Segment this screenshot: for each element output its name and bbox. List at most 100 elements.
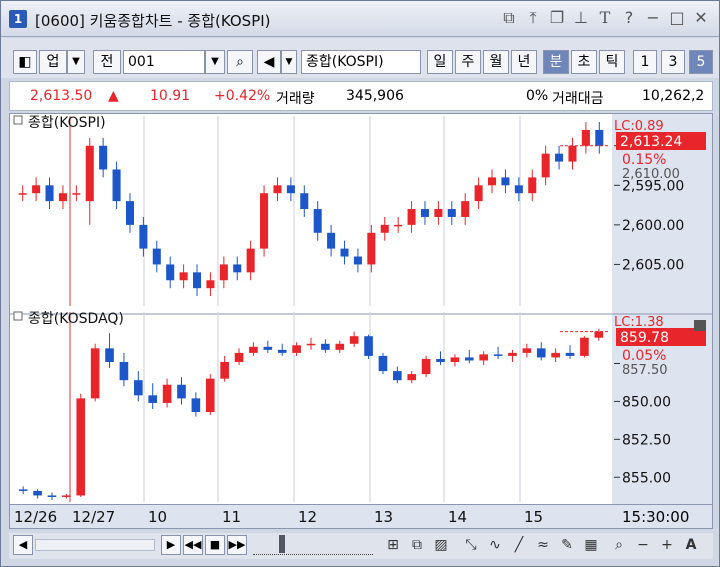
candle-body: [568, 145, 577, 162]
brush-icon[interactable]: ✎: [557, 535, 577, 555]
chevron-down-icon[interactable]: ▼: [67, 50, 85, 74]
candle-body: [220, 361, 229, 379]
fast-forward-icon[interactable]: ▶▶: [227, 535, 247, 555]
pushpin-icon[interactable]: ⊥: [571, 8, 591, 28]
scroll-left-icon[interactable]: ◀: [13, 535, 33, 555]
wave-icon[interactable]: ≈: [533, 535, 553, 555]
candle-body: [177, 384, 186, 399]
lc-label: LC:0.89: [614, 119, 664, 134]
candle-body: [394, 224, 403, 227]
minimize-icon[interactable]: −: [643, 8, 663, 28]
line-chart-icon[interactable]: ∿: [485, 535, 505, 555]
last-price-box-label: 859.78: [620, 330, 669, 346]
x-tick-label: 11: [222, 508, 242, 526]
copy-icon[interactable]: ❐: [547, 8, 567, 28]
candle-body: [260, 193, 269, 249]
last-time-label: 15:30:00: [622, 508, 690, 526]
candle-body: [580, 337, 589, 356]
tab-minute[interactable]: 분: [543, 50, 569, 74]
code-input[interactable]: 001: [123, 50, 205, 74]
tab-day[interactable]: 일: [427, 50, 453, 74]
text-icon[interactable]: A: [681, 535, 701, 555]
candle-body: [393, 371, 402, 381]
close-icon[interactable]: ✕: [691, 8, 711, 28]
candle-body: [565, 352, 575, 356]
candle-body: [479, 354, 488, 361]
x-tick-label: 13: [374, 508, 394, 526]
candle-body: [300, 193, 309, 210]
code-dropdown-icon[interactable]: ▼: [205, 50, 225, 74]
interval-1[interactable]: 1: [633, 50, 657, 74]
layout-icon[interactable]: ◧: [13, 50, 37, 74]
restore-windows-icon[interactable]: ⧉: [499, 8, 519, 28]
candle-body: [166, 264, 175, 281]
font-icon[interactable]: T: [595, 8, 615, 28]
candle-body: [263, 346, 273, 350]
x-tick-label: 14: [448, 508, 468, 526]
scrollbar-track[interactable]: [35, 539, 155, 551]
window-title: [0600] 키움종합차트 - 종합(KOSPI): [35, 12, 271, 30]
current-price: 2,613.50: [30, 88, 93, 104]
candle-body: [501, 177, 510, 186]
candle-body: [461, 201, 470, 217]
candle-body: [76, 398, 86, 496]
zoom-in-icon[interactable]: +: [657, 535, 677, 555]
candle-body: [378, 355, 388, 372]
candle-body: [528, 177, 537, 194]
pin-top-icon[interactable]: ⤒: [523, 8, 543, 28]
window-icon[interactable]: ⧉: [407, 535, 427, 555]
zoom-slider-handle[interactable]: [279, 535, 285, 553]
window-number-badge: 1: [9, 10, 27, 28]
candle-body: [58, 193, 67, 202]
candle-body: [292, 345, 301, 353]
candle-body: [420, 209, 429, 217]
split-view-icon[interactable]: ⊞: [383, 535, 403, 555]
candle-body: [450, 357, 460, 362]
candle-body: [206, 280, 215, 289]
zoom-out-icon[interactable]: −: [633, 535, 653, 555]
candle-body: [90, 348, 100, 399]
interval-3[interactable]: 3: [661, 50, 685, 74]
candle-body: [541, 153, 550, 178]
tab-tick[interactable]: 틱: [599, 50, 625, 74]
candle-body: [340, 248, 349, 257]
zoom-icon[interactable]: ⌕: [609, 535, 629, 555]
candle-body: [277, 349, 287, 353]
title-bar[interactable]: 1 [0600] 키움종합차트 - 종합(KOSPI) ⧉ ⤒ ❐ ⊥ T ? …: [1, 1, 719, 37]
amount-label: 거래대금: [552, 91, 604, 107]
candle-body: [139, 224, 148, 249]
candle-body: [134, 380, 143, 396]
y-tick-label: 2,605.00: [622, 257, 684, 273]
tab-month[interactable]: 월: [483, 50, 509, 74]
maximize-icon[interactable]: □: [667, 8, 687, 28]
trendline-icon[interactable]: ⤡: [461, 535, 481, 555]
stop-icon[interactable]: ■: [205, 535, 225, 555]
candle-body: [286, 185, 295, 194]
rewind-icon[interactable]: ◀◀: [183, 535, 203, 555]
speaker-icon[interactable]: ◀: [257, 50, 281, 74]
help-icon[interactable]: ?: [619, 8, 639, 28]
fib-icon[interactable]: ╱: [509, 535, 529, 555]
candle-body: [246, 248, 255, 273]
candle-body: [313, 209, 322, 233]
interval-5[interactable]: 5: [689, 50, 713, 74]
play-icon[interactable]: ▶: [161, 535, 181, 555]
prev-button[interactable]: 전: [93, 50, 121, 74]
type-select[interactable]: 업: [39, 50, 67, 74]
speaker-dropdown-icon[interactable]: ▼: [281, 50, 297, 74]
candle-body: [306, 343, 316, 346]
y-tick-label: 850.00: [622, 394, 671, 410]
image-icon[interactable]: ▦: [581, 535, 601, 555]
tab-second[interactable]: 초: [571, 50, 597, 74]
chart-svg[interactable]: 종합(KOSPI) LC:0.892,613.240.15%2,610.002,6…: [10, 114, 712, 504]
tab-week[interactable]: 주: [455, 50, 481, 74]
candle-body: [407, 374, 417, 381]
zoom-slider[interactable]: [253, 537, 373, 555]
candle-body: [335, 343, 345, 350]
search-icon[interactable]: ⌕: [227, 50, 253, 74]
pattern-icon[interactable]: ▨: [431, 535, 451, 555]
candle-body: [493, 354, 503, 356]
chart-area[interactable]: 종합(KOSPI) LC:0.89 2,613.24 0.15% 2,610.00 2,6…: [9, 113, 713, 529]
tab-year[interactable]: 년: [511, 50, 537, 74]
candle-body: [421, 358, 431, 375]
